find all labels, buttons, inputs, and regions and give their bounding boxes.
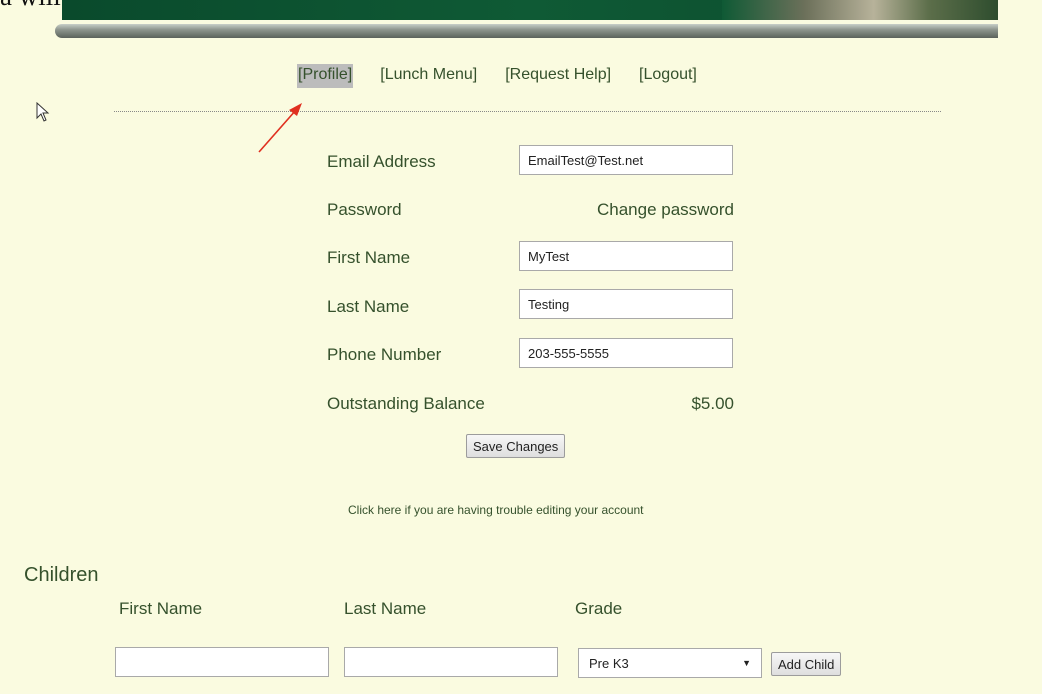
child-grade-header: Grade [575,599,623,618]
child-first-name-header: First Name [119,599,203,618]
first-name-field[interactable] [519,241,733,271]
banner-image [62,0,998,20]
top-nav: [Profile] [Lunch Menu] [Request Help] [L… [297,64,698,88]
last-name-label: Last Name [327,297,410,316]
trouble-editing-link[interactable]: Click here if you are having trouble edi… [348,503,644,517]
phone-label: Phone Number [327,345,442,364]
child-last-name-header: Last Name [344,599,427,618]
grade-selected-value: Pre K3 [589,655,629,671]
mouse-pointer-icon [36,102,50,122]
child-first-name-field[interactable] [115,647,329,677]
child-last-name-field[interactable] [344,647,558,677]
save-changes-button[interactable]: Save Changes [466,434,566,458]
banner-bar [55,24,998,38]
banner-photo [722,0,998,20]
add-child-button[interactable]: Add Child [771,652,842,676]
nav-lunch-menu[interactable]: [Lunch Menu] [379,64,478,88]
children-heading: Children [24,564,99,586]
phone-field[interactable] [519,338,733,368]
red-arrow-icon [258,103,302,153]
last-name-field[interactable] [519,289,733,319]
nav-logout[interactable]: [Logout] [638,64,698,88]
balance-label: Outstanding Balance [327,394,485,413]
site-banner [55,0,998,40]
email-label: Email Address [327,152,436,171]
password-label: Password [327,200,402,219]
caret-down-icon: ▼ [742,658,751,668]
change-password-link[interactable]: Change password [560,200,734,220]
email-field[interactable] [519,145,733,175]
nav-profile[interactable]: [Profile] [297,64,354,88]
nav-request-help[interactable]: [Request Help] [504,64,612,88]
nav-divider [114,111,941,112]
grade-select[interactable]: Pre K3 ▼ [578,648,762,678]
balance-value: $5.00 [691,394,734,413]
first-name-label: First Name [327,248,411,267]
